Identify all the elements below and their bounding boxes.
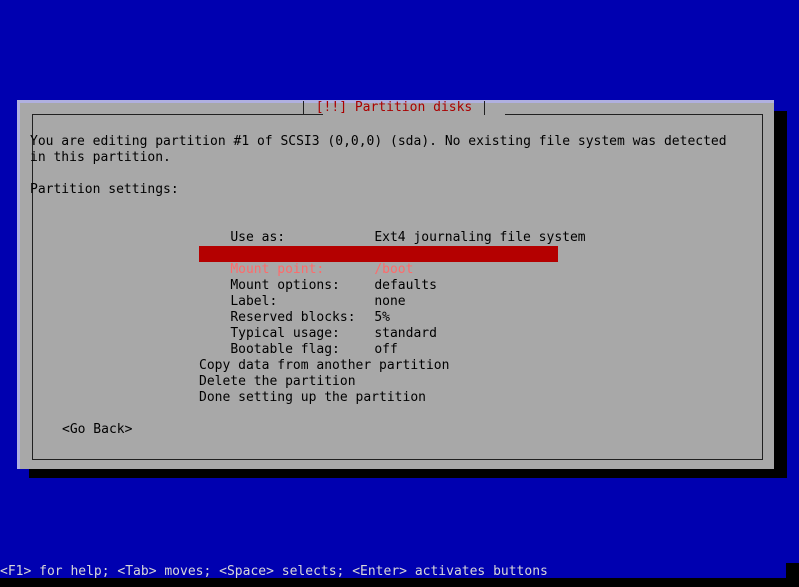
setting-value: Ext4 journaling file system xyxy=(374,230,586,245)
dialog-title: [!!] Partition disks xyxy=(315,100,473,115)
action-copy-data-from-another-partition[interactable]: Copy data from another partition xyxy=(199,358,449,374)
go-back-button[interactable]: <Go Back> xyxy=(62,422,132,438)
action-done-setting-up-the-partition[interactable]: Done setting up the partition xyxy=(199,390,449,406)
partition-actions-list: Copy data from another partition Delete … xyxy=(199,358,449,406)
setting-row-typical-usage[interactable]: Typical usage: standard xyxy=(199,310,586,341)
setting-row-reserved-blocks[interactable]: Reserved blocks: 5% xyxy=(199,294,586,325)
setting-row-bootable-flag[interactable]: Bootable flag: off xyxy=(199,326,586,357)
setting-label: Use as: xyxy=(230,230,286,245)
setting-label: Bootable flag: xyxy=(230,342,340,357)
setting-value: off xyxy=(374,342,398,357)
partition-settings-list: Use as: Ext4 journaling file system Mount… xyxy=(199,214,586,357)
screen-bottom-strip xyxy=(0,578,799,587)
partition-settings-heading: Partition settings: xyxy=(30,182,179,197)
screen-bottom-right-block xyxy=(786,563,799,587)
intro-text-line-2: in this partition. xyxy=(30,150,171,165)
intro-text-line-1: You are editing partition #1 of SCSI3 (0… xyxy=(30,134,727,149)
setting-row-use-as[interactable]: Use as: Ext4 journaling file system xyxy=(199,214,585,245)
action-delete-the-partition[interactable]: Delete the partition xyxy=(199,374,449,390)
setting-row-mount-point[interactable]: Mount point:/boot xyxy=(199,246,558,277)
setting-row-label[interactable]: Label: none xyxy=(199,278,586,309)
setting-row-mount-options[interactable]: Mount options: defaults xyxy=(199,262,586,293)
